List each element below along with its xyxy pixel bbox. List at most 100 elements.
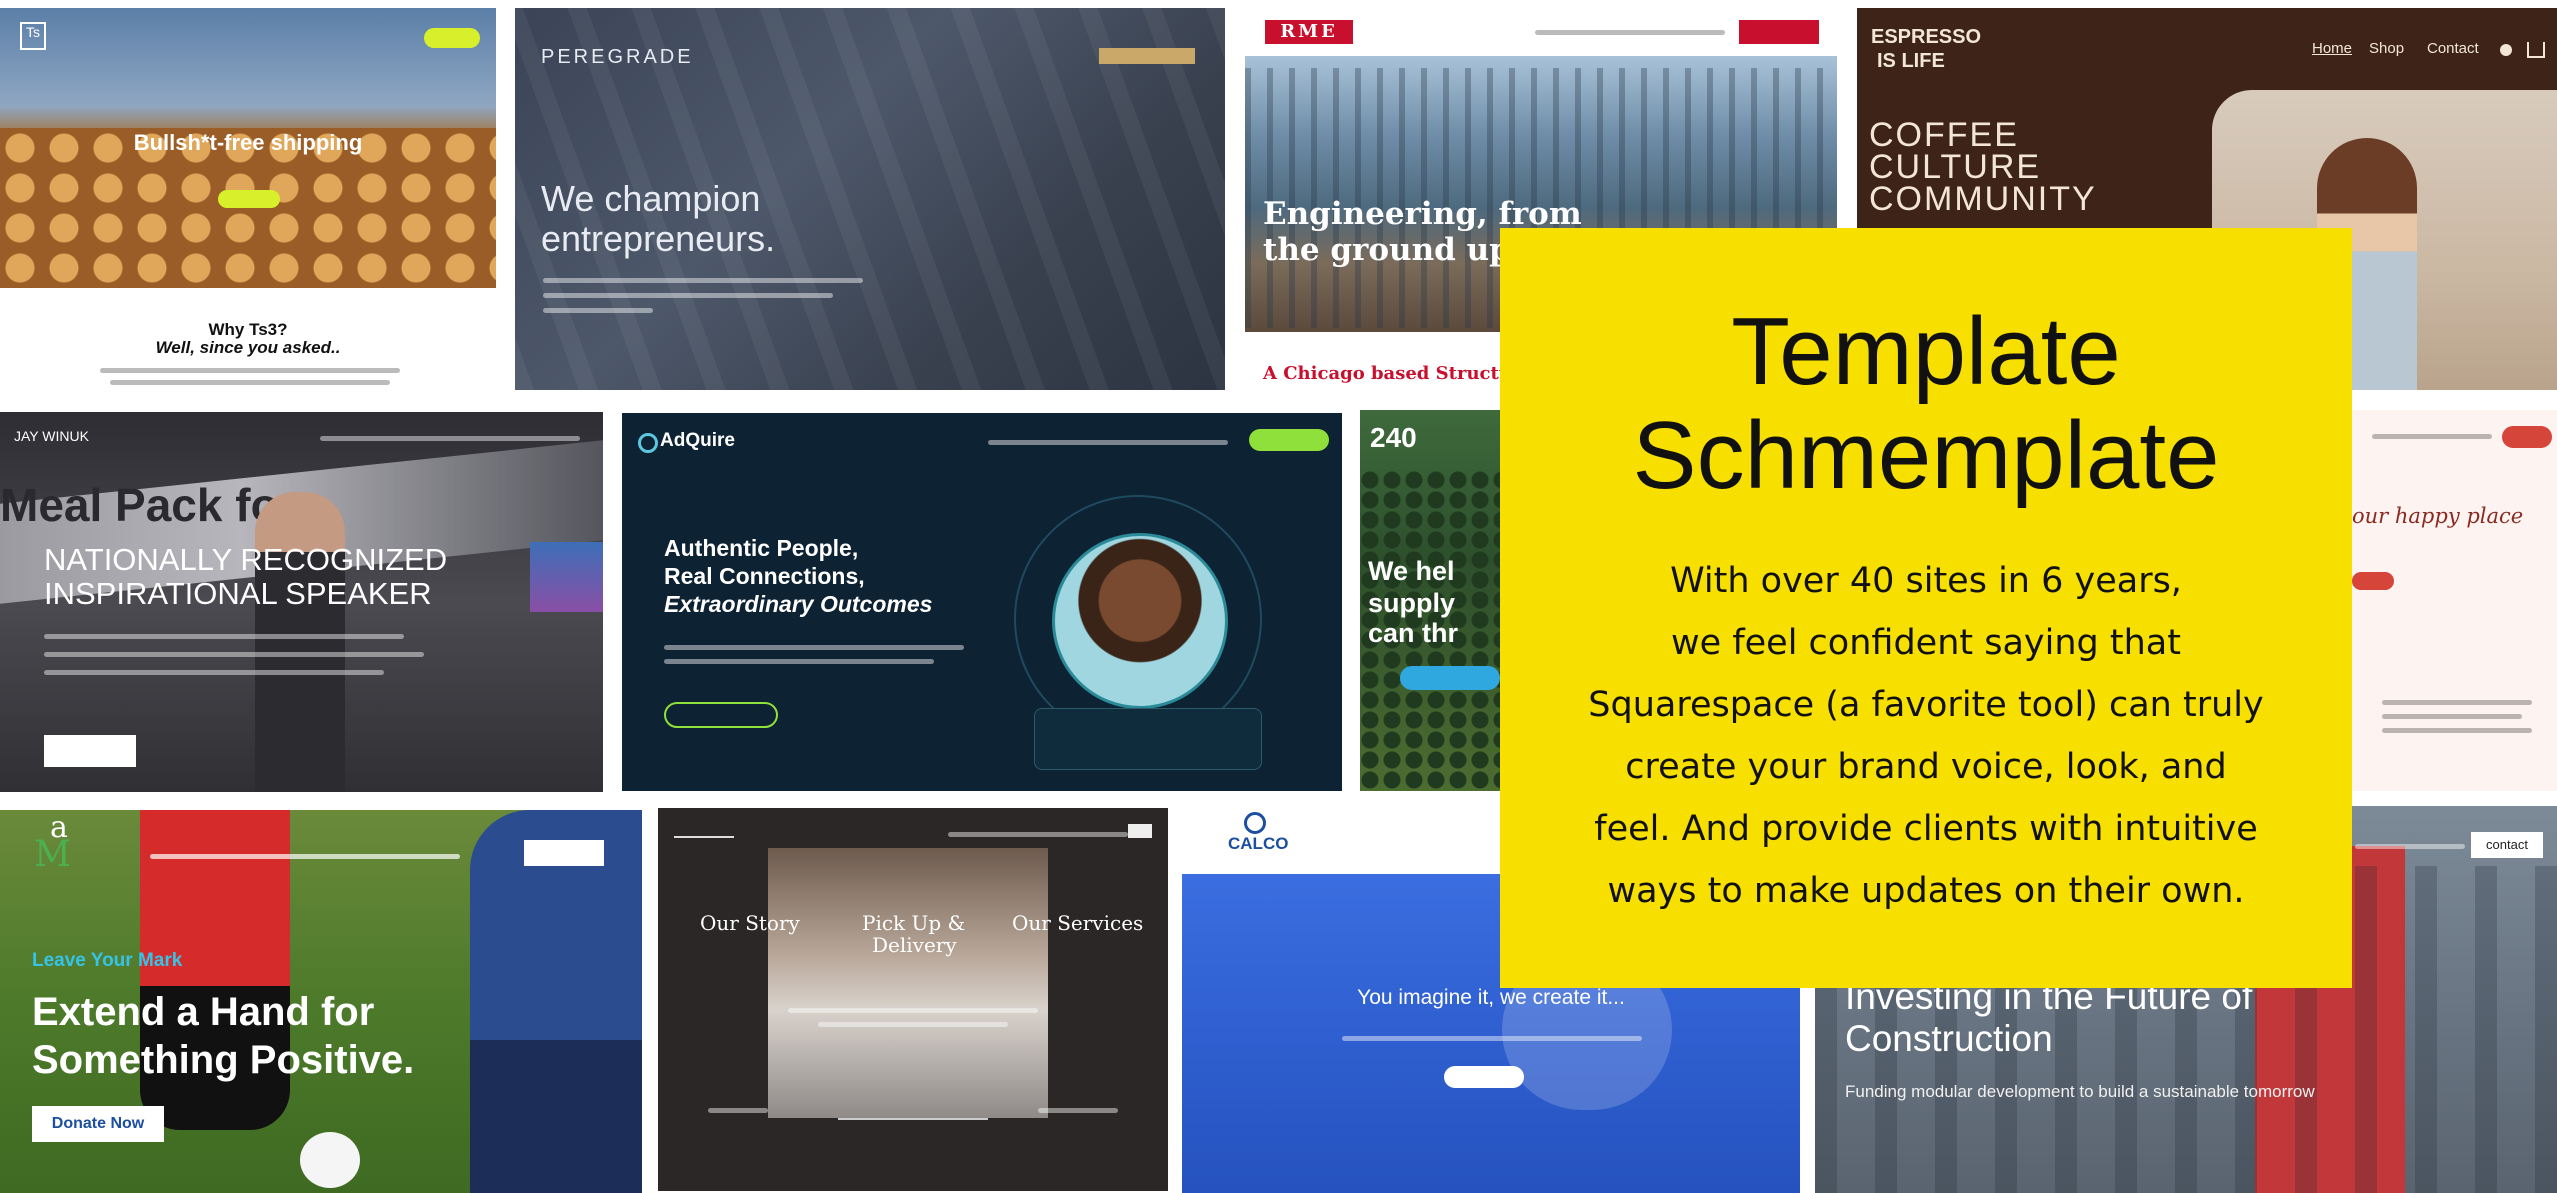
happy-headline: our happy place: [2352, 504, 2524, 528]
tile-supply-site[interactable]: 240 We hel supply can thr: [1360, 410, 1500, 791]
peregrade-headline-2: entrepreneurs.: [541, 218, 776, 259]
construction-contact-button[interactable]: contact: [2471, 832, 2543, 858]
andrew-nav-pickup[interactable]: Pick Up &: [862, 911, 965, 935]
peregrade-brand[interactable]: PEREGRADE: [541, 46, 694, 69]
andrew-text-line: [788, 1008, 1038, 1013]
rme-footer-text: A Chicago based Structur: [1263, 363, 1522, 384]
speaker-text-line: [44, 652, 424, 657]
construction-headline-2: Construction: [1845, 1018, 2053, 1059]
shipping-text-line: [100, 368, 400, 373]
andrew-nav-button[interactable]: [1128, 824, 1152, 838]
supply-headline-3: can thr: [1368, 618, 1459, 648]
supply-headline-1: We hel: [1368, 556, 1455, 586]
andrew-text-line: [818, 1022, 1008, 1027]
calco-logo-icon[interactable]: [1244, 812, 1266, 834]
shipping-why-subtitle: Well, since you asked..: [155, 338, 341, 357]
speaker-brand[interactable]: JAY WINUK: [14, 428, 89, 444]
cart-icon[interactable]: [2527, 42, 2545, 58]
peregrade-text-line: [543, 308, 653, 313]
construction-subtext: Funding modular development to build a s…: [1845, 1082, 2315, 1101]
soccer-logo-bottom: M: [34, 834, 71, 875]
soccer-nav-button[interactable]: [524, 840, 604, 866]
soccer-headline-2: Something Positive.: [32, 1038, 415, 1082]
adquire-headline-3: Extraordinary Outcomes: [664, 591, 933, 617]
supply-badge[interactable]: 240: [1370, 422, 1417, 454]
tile-happy-site[interactable]: our happy place: [2352, 410, 2557, 791]
construction-nav-line[interactable]: [2355, 844, 2465, 849]
supply-cta-button[interactable]: [1400, 666, 1500, 690]
shipping-why-title: Why Ts3?: [208, 320, 288, 339]
adquire-nav-line[interactable]: [988, 440, 1228, 445]
rme-contact-button[interactable]: [1739, 20, 1819, 44]
adquire-text-line: [664, 645, 964, 650]
happy-nav-line[interactable]: [2372, 434, 2492, 439]
calco-text-line: [1342, 1036, 1642, 1041]
rme-headline-1: Engineering, from: [1263, 196, 1582, 232]
feature-body-line: create your brand voice, look, and: [1625, 747, 2227, 787]
rme-headline-2: the ground up: [1263, 232, 1511, 268]
adquire-portrait: [1052, 533, 1228, 709]
shipping-headline: Bullsh*t-free shipping: [133, 130, 363, 155]
rme-nav-line[interactable]: [1535, 30, 1725, 35]
happy-text-line: [2382, 728, 2532, 733]
shipping-text-line: [110, 380, 390, 385]
espresso-logo-2: IS LIFE: [1877, 50, 1945, 72]
espresso-nav-home[interactable]: Home: [2312, 40, 2352, 57]
feature-title-line-2: Schmemplate: [1632, 402, 2220, 509]
feature-body-line: feel. And provide clients with intuitive: [1594, 809, 2258, 849]
soccer-donate-button[interactable]: Donate Now: [32, 1106, 164, 1142]
andrew-nav-delivery[interactable]: Delivery: [872, 933, 957, 957]
soccer-player-blue: [470, 810, 642, 1193]
tile-soccer-site[interactable]: a M Leave Your Mark Extend a Hand for So…: [0, 810, 642, 1193]
adquire-cta-button[interactable]: [664, 702, 778, 728]
speaker-headline-1: NATIONALLY RECOGNIZED: [44, 542, 448, 577]
account-icon[interactable]: [2500, 44, 2512, 56]
speaker-text-line: [44, 634, 404, 639]
shipping-logo[interactable]: Ts: [20, 22, 46, 50]
andrew-nav-our-services[interactable]: Our Services: [1012, 911, 1143, 935]
tile-shipping-site[interactable]: Ts Bullsh*t-free shipping Why Ts3? Well,…: [0, 8, 496, 393]
calco-cta-button[interactable]: [1444, 1066, 1524, 1088]
speaker-cta-button[interactable]: [44, 735, 136, 767]
feature-title-line-1: Template: [1731, 298, 2121, 405]
rme-logo[interactable]: RME: [1265, 20, 1353, 44]
espresso-nav-shop[interactable]: Shop: [2369, 40, 2404, 57]
adquire-nav-button[interactable]: [1249, 429, 1329, 451]
feature-panel: Template Schmemplate With over 40 sites …: [1500, 228, 2352, 988]
espresso-logo-1[interactable]: ESPRESSO: [1871, 26, 1981, 49]
speaker-text-line: [44, 670, 384, 675]
feature-title: Template Schmemplate: [1500, 300, 2352, 508]
andrew-nav-line[interactable]: [948, 832, 1128, 837]
peregrade-text-line: [543, 293, 833, 298]
espresso-nav-contact[interactable]: Contact: [2427, 40, 2479, 57]
happy-nav-button[interactable]: [2502, 426, 2552, 448]
happy-cta-button[interactable]: [2352, 572, 2394, 590]
adquire-logo-icon: [638, 433, 658, 453]
feature-body-line: we feel confident saying that: [1671, 623, 2181, 663]
tile-adquire-site[interactable]: AdQuire Authentic People, Real Connectio…: [622, 413, 1342, 791]
shipping-nav-button[interactable]: [424, 28, 480, 48]
tile-peregrade-site[interactable]: PEREGRADE We champion entrepreneurs.: [515, 8, 1225, 390]
adquire-headline-2: Real Connections,: [664, 563, 865, 589]
andrew-footer-col: [1038, 1108, 1118, 1113]
supply-headline-2: supply: [1368, 588, 1456, 618]
andrew-footer-signature: [838, 1092, 988, 1120]
peregrade-text-line: [543, 278, 863, 283]
feature-body-line: ways to make updates on their own.: [1607, 871, 2245, 911]
soccer-eyebrow: Leave Your Mark: [32, 950, 183, 971]
feature-body: With over 40 sites in 6 years, we feel c…: [1560, 550, 2292, 922]
speaker-stage-screen: [530, 542, 603, 612]
tile-speaker-site[interactable]: Meal Pack fo JAY WINUK NATIONALLY RECOGN…: [0, 412, 603, 792]
speaker-headline-2: INSPIRATIONAL SPEAKER: [44, 576, 432, 611]
andrew-logo-mark[interactable]: [674, 822, 734, 838]
soccer-nav-line[interactable]: [150, 854, 460, 859]
shipping-cta-button[interactable]: [218, 190, 280, 208]
feature-body-line: With over 40 sites in 6 years,: [1670, 561, 2182, 601]
tile-andrew-site[interactable]: Our Story Pick Up & Delivery Our Service…: [658, 808, 1168, 1191]
andrew-model-photo: [768, 848, 1048, 1118]
peregrade-nav-button[interactable]: [1099, 48, 1195, 64]
adquire-brand[interactable]: AdQuire: [660, 430, 735, 452]
feature-body-line: Squarespace (a favorite tool) can truly: [1588, 685, 2264, 725]
speaker-nav-line[interactable]: [320, 436, 580, 441]
andrew-nav-our-story[interactable]: Our Story: [700, 911, 800, 935]
